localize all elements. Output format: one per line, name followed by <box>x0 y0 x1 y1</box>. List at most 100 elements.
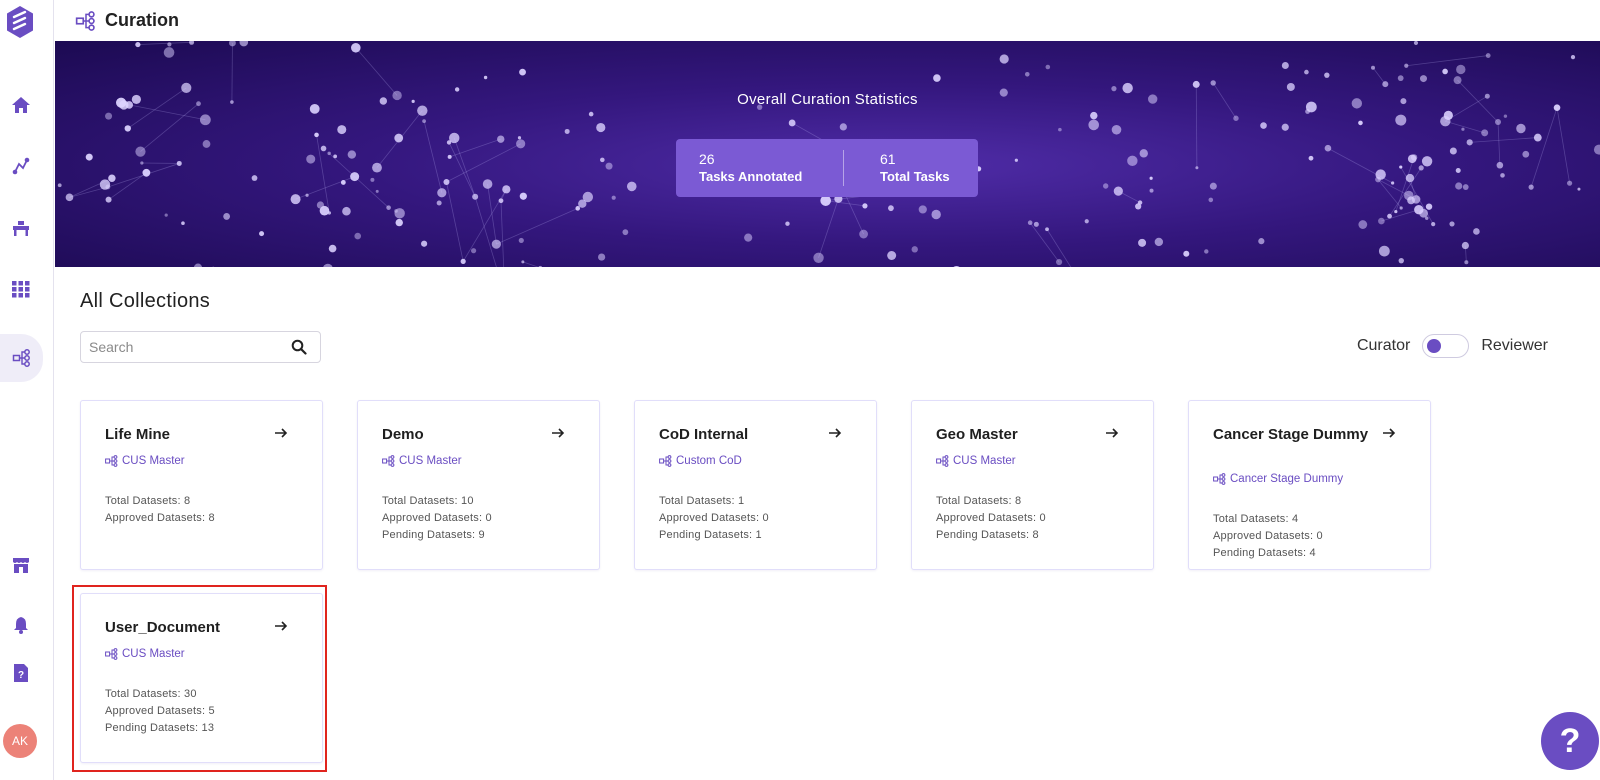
search-icon[interactable] <box>291 339 307 355</box>
arrow-right-icon[interactable] <box>1105 426 1119 440</box>
network-node <box>460 258 466 264</box>
network-node <box>862 203 868 209</box>
stat-approved-datasets: Approved Datasets: 0 <box>1213 530 1323 542</box>
network-node <box>1111 124 1122 135</box>
collection-tag[interactable]: Custom CoD <box>659 455 742 467</box>
schema-icon <box>1213 473 1226 485</box>
network-node <box>194 263 202 267</box>
network-node <box>626 181 637 192</box>
network-node <box>1577 187 1581 191</box>
network-node <box>1135 203 1142 210</box>
network-node <box>1399 165 1403 169</box>
network-node <box>1495 118 1502 125</box>
network-node <box>1378 245 1390 257</box>
network-node <box>316 201 325 209</box>
network-node <box>105 196 112 203</box>
network-node <box>1481 129 1489 137</box>
sidebar-item-notifications[interactable] <box>0 604 42 646</box>
network-node <box>1371 65 1376 70</box>
network-node <box>105 184 111 190</box>
sidebar-item-store[interactable] <box>0 544 42 586</box>
sidebar-item-workflow[interactable] <box>0 145 42 187</box>
network-node <box>1304 69 1309 75</box>
network-node <box>1496 161 1504 169</box>
network-node <box>1387 213 1392 219</box>
arrow-right-icon[interactable] <box>828 426 842 440</box>
network-node <box>176 160 182 166</box>
network-node <box>327 151 331 156</box>
network-node <box>1516 123 1526 134</box>
network-node <box>1281 123 1289 131</box>
network-node <box>449 132 460 144</box>
avatar[interactable]: AK <box>3 724 37 758</box>
collection-card[interactable]: Demo CUS Master Total Datasets: 10 Appro… <box>357 400 600 570</box>
collection-card[interactable]: Geo Master CUS Master Total Datasets: 8 … <box>911 400 1154 570</box>
sidebar-item-help-doc[interactable]: ? <box>0 652 42 694</box>
collection-tag[interactable]: CUS Master <box>382 455 462 467</box>
collection-tag-label: CUS Master <box>122 648 185 660</box>
search-input[interactable] <box>81 339 281 355</box>
network-node <box>314 132 319 138</box>
schema-icon <box>659 455 672 467</box>
collection-tag[interactable]: CUS Master <box>105 455 185 467</box>
network-node <box>347 150 357 159</box>
network-link <box>295 176 355 200</box>
collection-tag[interactable]: Cancer Stage Dummy <box>1213 473 1343 485</box>
arrow-right-icon[interactable] <box>274 426 288 440</box>
network-link <box>446 143 521 183</box>
app-logo-icon[interactable] <box>5 4 35 40</box>
stat-value: 61 <box>880 151 896 167</box>
network-node <box>1419 208 1428 218</box>
network-node <box>564 128 570 134</box>
arrow-right-icon[interactable] <box>551 426 565 440</box>
network-node <box>1462 184 1469 190</box>
stat-approved-datasets: Approved Datasets: 0 <box>659 512 769 524</box>
network-node <box>1431 222 1436 227</box>
network-link <box>423 121 443 193</box>
sidebar-item-workbench[interactable] <box>0 207 42 249</box>
network-node <box>1154 237 1164 247</box>
network-node <box>918 205 927 214</box>
network-node <box>421 240 428 247</box>
collection-tag[interactable]: CUS Master <box>105 648 185 660</box>
help-button[interactable]: ? <box>1541 712 1599 770</box>
arrow-right-icon[interactable] <box>274 619 288 633</box>
collection-tag-label: CUS Master <box>122 455 185 467</box>
network-node <box>320 145 327 152</box>
network-node <box>164 213 168 217</box>
network-node <box>596 122 606 133</box>
network-node <box>582 191 594 203</box>
network-node <box>1404 63 1409 68</box>
network-node <box>502 185 511 194</box>
arrow-right-icon[interactable] <box>1382 426 1396 440</box>
network-node <box>1382 81 1389 88</box>
collection-stats: Total Datasets: 4 Approved Datasets: 0 P… <box>1213 511 1323 562</box>
collection-card[interactable]: Life Mine CUS Master Total Datasets: 8 A… <box>80 400 323 570</box>
schema-icon <box>105 455 118 467</box>
sidebar-item-home[interactable] <box>0 84 42 126</box>
stat-total-datasets: Total Datasets: 10 <box>382 495 474 507</box>
sidebar-item-curation[interactable] <box>0 334 43 382</box>
network-node <box>1139 149 1148 158</box>
network-node <box>1485 53 1491 58</box>
network-node <box>342 206 351 216</box>
network-node <box>1461 241 1469 250</box>
network-node <box>323 263 333 267</box>
network-node <box>600 157 605 163</box>
collection-card[interactable]: CoD Internal Custom CoD Total Datasets: … <box>634 400 877 570</box>
network-node <box>1399 206 1403 210</box>
network-node <box>1324 144 1332 152</box>
network-node <box>588 111 594 117</box>
statistics-banner: Overall Curation Statistics 26 Tasks Ann… <box>55 41 1600 267</box>
sidebar-item-apps[interactable] <box>0 268 42 310</box>
collection-card[interactable]: User_Document CUS Master Total Datasets:… <box>80 593 323 763</box>
collection-tag[interactable]: CUS Master <box>936 455 1016 467</box>
network-node <box>1127 155 1138 167</box>
collection-title: Life Mine <box>105 426 171 443</box>
network-node <box>1210 80 1216 86</box>
collection-card[interactable]: Cancer Stage Dummy Cancer Stage Dummy To… <box>1188 400 1431 570</box>
curator-reviewer-switch[interactable] <box>1422 334 1470 358</box>
network-link <box>487 183 497 245</box>
network-node <box>839 123 847 131</box>
network-node <box>1473 228 1480 235</box>
